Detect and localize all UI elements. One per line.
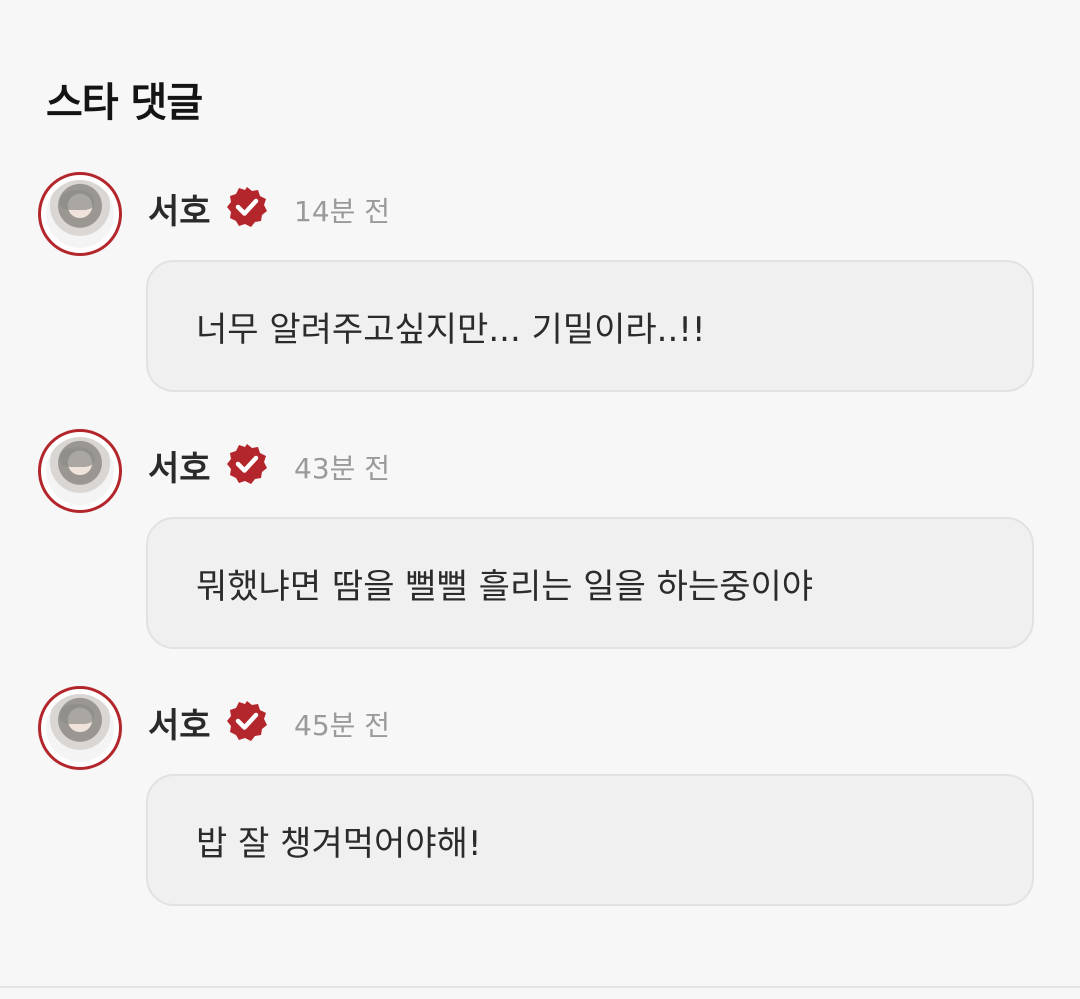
comment-time: 43분 전 xyxy=(294,452,391,485)
comment-author[interactable]: 서호 xyxy=(148,184,211,233)
comment-bubble: 너무 알려주고싶지만... 기밀이라..!! xyxy=(146,260,1034,392)
comment-text: 밥 잘 챙겨먹어야해! xyxy=(196,823,482,864)
bottom-divider xyxy=(0,986,1080,988)
section-title: 스타 댓글 xyxy=(46,80,203,126)
avatar[interactable] xyxy=(38,429,122,513)
verified-icon xyxy=(227,187,267,227)
comment-text: 너무 알려주고싶지만... 기밀이라..!! xyxy=(196,309,706,350)
avatar[interactable] xyxy=(38,686,122,770)
avatar[interactable] xyxy=(38,172,122,256)
comment-bubble: 뭐했냐면 땀을 뻘뻘 흘리는 일을 하는중이야 xyxy=(146,517,1034,649)
comment-bubble: 밥 잘 챙겨먹어야해! xyxy=(146,774,1034,906)
comment-text: 뭐했냐면 땀을 뻘뻘 흘리는 일을 하는중이야 xyxy=(196,566,814,607)
comment-author[interactable]: 서호 xyxy=(148,441,211,490)
comment-time: 14분 전 xyxy=(294,195,391,228)
verified-icon xyxy=(227,444,267,484)
star-comments-page: 스타 댓글 서호 14분 전 너무 알려주고싶지만... 기밀이라..!! 서호… xyxy=(0,0,1080,999)
comment-author[interactable]: 서호 xyxy=(148,698,211,747)
verified-icon xyxy=(227,701,267,741)
comment-time: 45분 전 xyxy=(294,709,391,742)
